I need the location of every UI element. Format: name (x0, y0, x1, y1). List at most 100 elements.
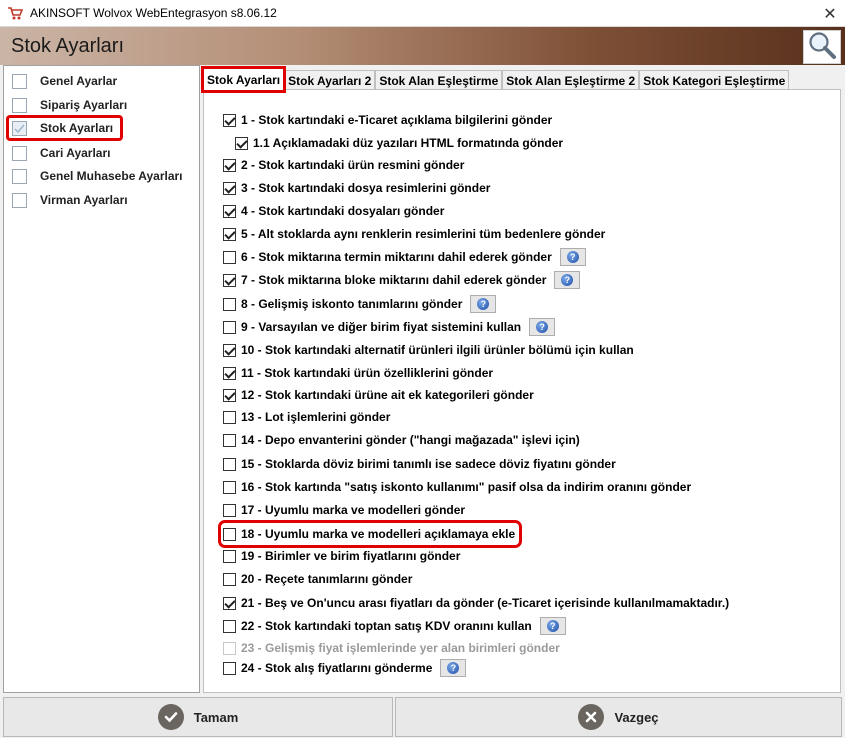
check-icon (14, 124, 25, 133)
close-icon[interactable]: ✕ (815, 0, 845, 27)
option-label: 19 - Birimler ve birim fiyatlarını gönde… (241, 549, 461, 563)
tab-stock-field-mapping[interactable]: Stok Alan Eşleştirme (375, 70, 503, 91)
sidebar-checkbox[interactable] (12, 145, 27, 161)
sidebar-item-general[interactable]: Genel Ayarlar (8, 70, 117, 92)
sidebar-item-stock[interactable]: Stok Ayarları (5, 115, 124, 141)
option-row[interactable]: 24 - Stok alış fiyatlarını gönderme? (223, 659, 467, 677)
help-icon: ? (447, 662, 460, 674)
option-label: 9 - Varsayılan ve diğer birim fiyat sist… (241, 320, 522, 334)
help-button[interactable]: ? (470, 295, 497, 313)
tab-stock-settings-2[interactable]: Stok Ayarları 2 (284, 70, 376, 91)
sidebar-checkbox[interactable] (12, 97, 27, 113)
option-checkbox[interactable] (223, 572, 236, 586)
option-checkbox[interactable] (223, 410, 236, 424)
page-title: Stok Ayarları (11, 35, 125, 57)
option-row[interactable]: 9 - Varsayılan ve diğer birim fiyat sist… (223, 318, 556, 336)
option-checkbox[interactable] (223, 320, 236, 334)
option-checkbox[interactable] (223, 433, 236, 447)
option-checkbox[interactable] (223, 158, 236, 172)
option-checkbox[interactable] (223, 250, 236, 264)
option-row[interactable]: 15 - Stoklarda döviz birimi tanımlı ise … (223, 455, 616, 473)
help-button[interactable]: ? (440, 659, 467, 677)
tab-stock-settings[interactable]: Stok Ayarları (200, 66, 287, 93)
tab-stock-category-mapping[interactable]: Stok Kategori Eşleştirme (639, 70, 790, 91)
option-row[interactable]: 2 - Stok kartındaki ürün resmini gönder (223, 156, 464, 174)
page-header: Stok Ayarları (0, 27, 845, 65)
option-label: 4 - Stok kartındaki dosyaları gönder (241, 204, 445, 218)
tab-stock-field-mapping-2[interactable]: Stok Alan Eşleştirme 2 (502, 70, 640, 91)
option-label: 17 - Uyumlu marka ve modelleri gönder (241, 503, 466, 517)
option-checkbox[interactable] (223, 549, 236, 563)
option-checkbox[interactable] (223, 388, 236, 402)
option-row[interactable]: 4 - Stok kartındaki dosyaları gönder (223, 202, 444, 220)
option-row[interactable]: 19 - Birimler ve birim fiyatlarını gönde… (223, 547, 460, 565)
search-button[interactable] (803, 30, 841, 64)
option-checkbox[interactable] (223, 457, 236, 471)
option-row[interactable]: 17 - Uyumlu marka ve modelleri gönder (223, 501, 465, 519)
ok-button[interactable]: Tamam (3, 697, 393, 737)
sidebar-checkbox[interactable] (12, 73, 27, 89)
option-checkbox[interactable] (223, 227, 236, 241)
cancel-button[interactable]: Vazgeç (395, 697, 842, 737)
option-checkbox[interactable] (223, 661, 236, 675)
settings-sidebar: Genel Ayarlar Sipariş Ayarları Stok Ayar… (3, 65, 200, 693)
option-row[interactable]: 11 - Stok kartındaki ürün özelliklerini … (223, 364, 493, 382)
help-button[interactable]: ? (559, 248, 586, 266)
option-row[interactable]: 1 - Stok kartındaki e-Ticaret açıklama b… (223, 111, 552, 129)
option-row[interactable]: 3 - Stok kartındaki dosya resimlerini gö… (223, 179, 490, 197)
sidebar-item-transfer[interactable]: Virman Ayarları (8, 189, 128, 211)
option-row[interactable]: 16 - Stok kartında "satış iskonto kullan… (223, 478, 691, 496)
option-checkbox[interactable] (223, 297, 236, 311)
help-button[interactable]: ? (529, 318, 556, 336)
option-row[interactable]: 21 - Beş ve On'uncu arası fiyatları da g… (223, 594, 729, 612)
sidebar-item-accounts[interactable]: Cari Ayarları (8, 142, 110, 164)
option-row[interactable]: 13 - Lot işlemlerini gönder (223, 408, 390, 426)
option-row[interactable]: 12 - Stok kartındaki ürüne ait ek katego… (223, 386, 534, 404)
option-checkbox[interactable] (223, 181, 236, 195)
option-row[interactable]: 18 - Uyumlu marka ve modelleri açıklamay… (217, 520, 523, 548)
sidebar-item-label: Genel Ayarlar (40, 74, 118, 88)
option-row[interactable]: 7 - Stok miktarına bloke miktarını dahil… (223, 271, 581, 289)
sidebar-checkbox[interactable] (12, 192, 27, 208)
option-row[interactable]: 1.1 Açıklamadaki düz yazıları HTML forma… (235, 134, 563, 152)
option-row[interactable]: 10 - Stok kartındaki alternatif ürünleri… (223, 341, 634, 359)
option-label: 16 - Stok kartında "satış iskonto kullan… (241, 480, 692, 494)
option-row[interactable]: 14 - Depo envanterini gönder ("hangi mağ… (223, 431, 580, 449)
option-checkbox[interactable] (223, 619, 236, 633)
option-label: 15 - Stoklarda döviz birimi tanımlı ise … (241, 457, 616, 471)
option-label: 3 - Stok kartındaki dosya resimlerini gö… (241, 181, 491, 195)
option-checkbox[interactable] (223, 480, 236, 494)
option-checkbox[interactable] (223, 527, 236, 541)
option-checkbox[interactable] (223, 503, 236, 517)
option-checkbox[interactable] (223, 113, 236, 127)
option-label: 24 - Stok alış fiyatlarını gönderme (241, 661, 433, 675)
option-checkbox[interactable] (223, 343, 236, 357)
help-button[interactable]: ? (539, 617, 566, 635)
app-cart-icon (7, 5, 23, 21)
sidebar-item-orders[interactable]: Sipariş Ayarları (8, 94, 127, 116)
help-icon: ? (546, 620, 559, 632)
option-checkbox[interactable] (223, 366, 236, 380)
option-row[interactable]: 6 - Stok miktarına termin miktarını dahi… (223, 248, 586, 266)
option-checkbox[interactable] (235, 136, 248, 150)
sidebar-checkbox[interactable] (12, 120, 27, 136)
help-icon: ? (536, 321, 549, 333)
option-label: 18 - Uyumlu marka ve modelleri açıklamay… (241, 527, 516, 541)
sidebar-item-label: Cari Ayarları (40, 146, 111, 160)
option-checkbox (223, 641, 236, 655)
option-row[interactable]: 22 - Stok kartındaki toptan satış KDV or… (223, 617, 566, 635)
option-label: 2 - Stok kartındaki ürün resmini gönder (241, 158, 465, 172)
option-row[interactable]: 23 - Gelişmiş fiyat işlemlerinde yer ala… (223, 639, 560, 657)
window-title: AKINSOFT Wolvox WebEntegrasyon s8.06.12 (30, 6, 277, 20)
help-button[interactable]: ? (554, 271, 581, 289)
sidebar-item-accounting[interactable]: Genel Muhasebe Ayarları (8, 165, 183, 187)
option-row[interactable]: 5 - Alt stoklarda aynı renklerin resimle… (223, 225, 605, 243)
option-label: 7 - Stok miktarına bloke miktarını dahil… (241, 273, 547, 287)
option-checkbox[interactable] (223, 273, 236, 287)
sidebar-checkbox[interactable] (12, 168, 27, 184)
option-checkbox[interactable] (223, 596, 236, 610)
option-checkbox[interactable] (223, 204, 236, 218)
option-row[interactable]: 20 - Reçete tanımlarını gönder (223, 570, 412, 588)
option-row[interactable]: 8 - Gelişmiş iskonto tanımlarını gönder? (223, 295, 497, 313)
option-label: 8 - Gelişmiş iskonto tanımlarını gönder (241, 297, 463, 311)
